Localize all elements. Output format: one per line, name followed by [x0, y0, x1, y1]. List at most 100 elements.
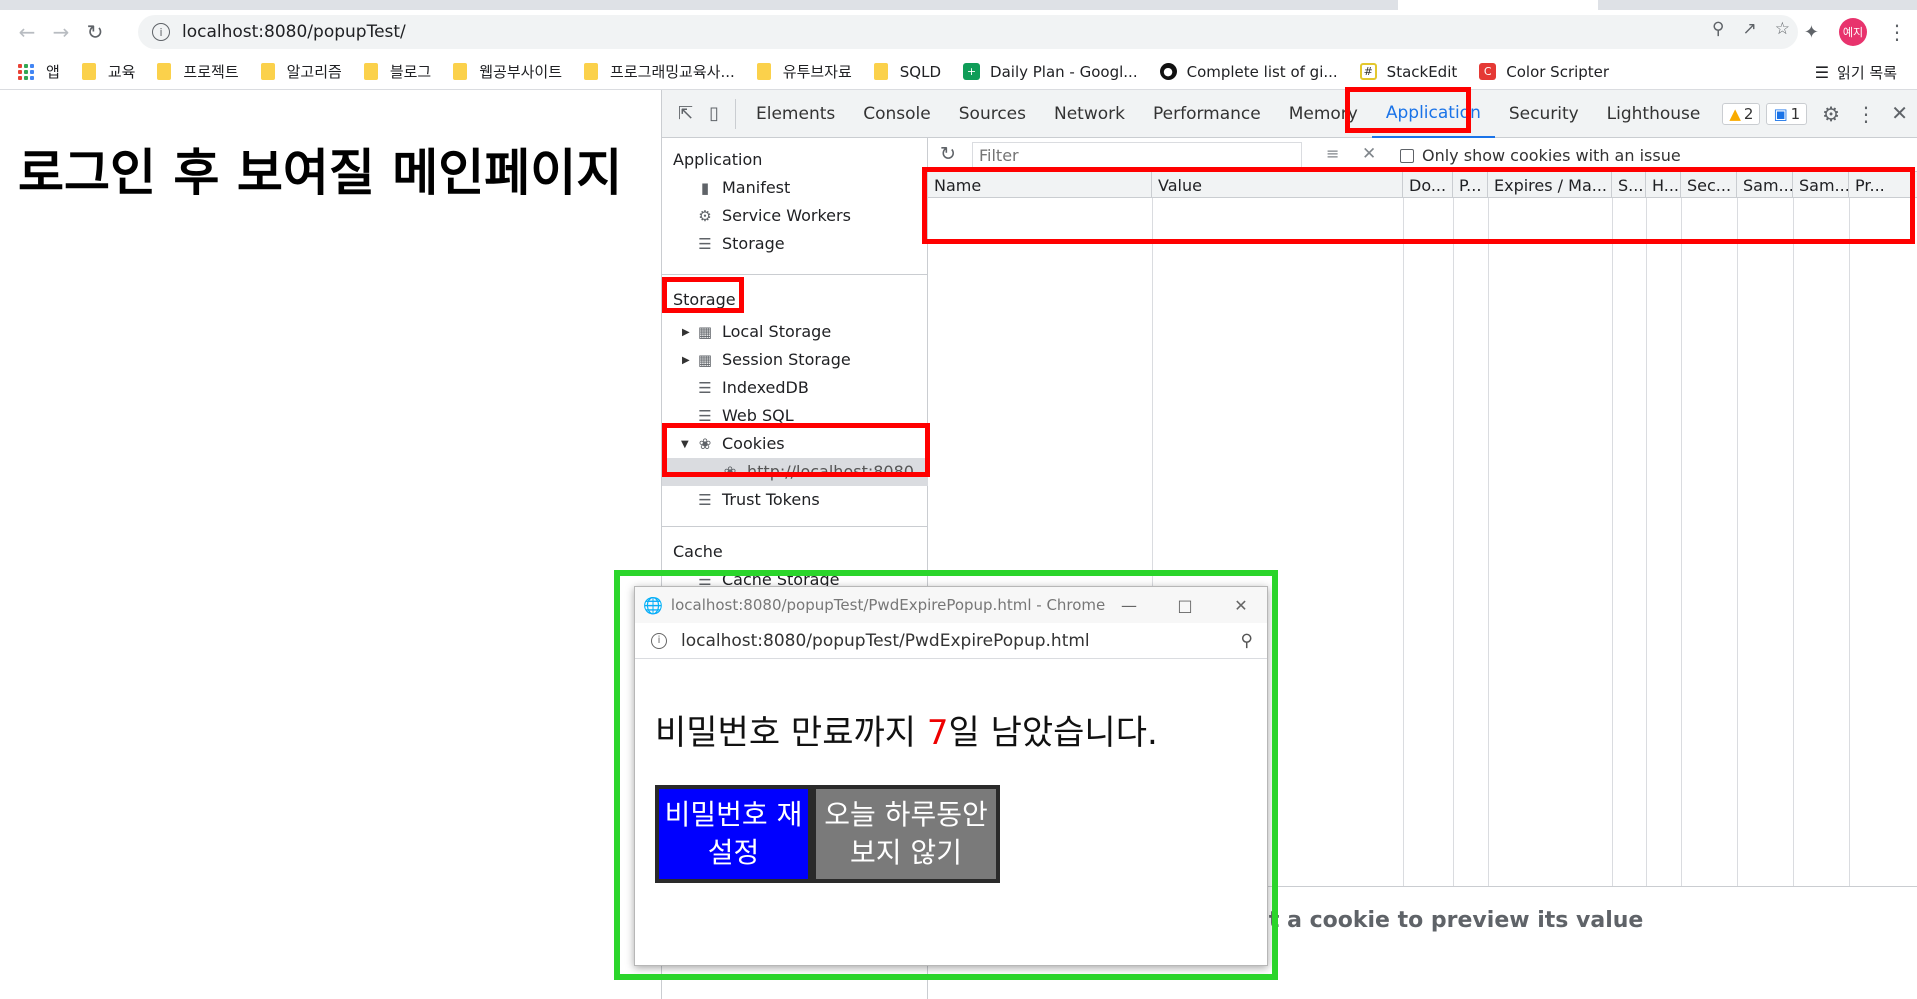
- checkbox[interactable]: [1400, 148, 1414, 163]
- sidebar-item-manifest[interactable]: ▮ Manifest: [697, 178, 790, 197]
- highlight-application-tab: [1345, 87, 1471, 133]
- bookmarks-bar: 앱 교육 프로젝트 알고리즘 블로그 웹공부사이트 프로그래밍교육사... 유투…: [0, 54, 1917, 90]
- folder-icon: [584, 63, 599, 80]
- highlight-cookie-table-header: [922, 167, 1915, 244]
- folder-icon: [453, 63, 468, 80]
- bookmark-folder[interactable]: 프로그래밍교육사...: [584, 61, 735, 82]
- browser-menu-icon[interactable]: ⋮: [1887, 20, 1907, 44]
- reading-list[interactable]: ☰ 읽기 목록: [1815, 62, 1897, 83]
- browser-tab-strip: [0, 0, 1917, 10]
- sidebar-divider: [662, 274, 928, 275]
- bookmark-color-scripter[interactable]: C Color Scripter: [1479, 63, 1609, 81]
- message-icon: ▣: [1773, 104, 1788, 123]
- folder-icon: [363, 63, 378, 80]
- sidebar-item-indexeddb[interactable]: ☰ IndexedDB: [697, 378, 809, 397]
- bookmark-stackedit[interactable]: # StackEdit: [1359, 63, 1457, 81]
- bookmark-folder[interactable]: SQLD: [873, 63, 941, 81]
- column-divider: [1849, 198, 1850, 886]
- highlight-cookies-item: [662, 423, 930, 477]
- table-grid-icon: ▦: [697, 350, 713, 369]
- bookmark-folder[interactable]: 블로그: [363, 61, 431, 82]
- database-icon: ☰: [698, 234, 712, 253]
- address-url: localhost:8080/popupTest/: [182, 22, 406, 42]
- color-scripter-icon: C: [1479, 63, 1497, 80]
- devtools-menu-icon[interactable]: ⋮: [1856, 102, 1876, 126]
- bookmark-apps[interactable]: 앱: [18, 61, 60, 82]
- apps-grid-icon: [18, 63, 34, 80]
- warning-icon: ▲: [1729, 104, 1741, 123]
- column-divider: [1646, 198, 1647, 886]
- tab-performance[interactable]: Performance: [1139, 90, 1275, 138]
- filter-input[interactable]: [972, 142, 1302, 168]
- bookmark-folder[interactable]: 프로젝트: [157, 61, 239, 82]
- bookmark-folder[interactable]: 교육: [81, 61, 135, 82]
- site-info-icon[interactable]: i: [152, 23, 170, 41]
- tab-network[interactable]: Network: [1040, 90, 1139, 138]
- bookmark-folder[interactable]: 웹공부사이트: [453, 61, 562, 82]
- active-browser-tab[interactable]: [1398, 0, 1598, 10]
- settings-gear-icon[interactable]: ⚙: [1822, 102, 1840, 126]
- inspect-element-icon[interactable]: ⇱: [678, 103, 693, 124]
- address-bar[interactable]: i localhost:8080/popupTest/ ⚲ ↗ ☆: [138, 15, 1798, 49]
- sidebar-item-local-storage[interactable]: ▦ Local Storage: [697, 322, 831, 341]
- tab-lighthouse[interactable]: Lighthouse: [1593, 90, 1715, 138]
- database-icon: ☰: [698, 378, 712, 397]
- messages-badge[interactable]: ▣ 1: [1766, 102, 1808, 125]
- tab-sources[interactable]: Sources: [945, 90, 1040, 138]
- table-grid-icon: ▦: [697, 322, 713, 341]
- close-devtools-icon[interactable]: ✕: [1891, 101, 1908, 125]
- sidebar-item-storage[interactable]: ☰ Storage: [697, 234, 784, 253]
- warnings-badge[interactable]: ▲ 2: [1722, 102, 1761, 125]
- forward-button[interactable]: →: [44, 15, 78, 49]
- column-divider: [1612, 198, 1613, 886]
- column-divider: [1737, 198, 1738, 886]
- folder-icon: [157, 63, 172, 80]
- folder-icon: [260, 63, 275, 80]
- gear-icon: ⚙: [698, 206, 712, 225]
- folder-icon: [873, 63, 888, 80]
- bookmark-daily-plan[interactable]: + Daily Plan - Googl...: [963, 63, 1138, 81]
- bookmark-github[interactable]: ● Complete list of gi...: [1159, 63, 1338, 81]
- sidebar-item-service-workers[interactable]: ⚙ Service Workers: [697, 206, 851, 225]
- column-divider: [1488, 198, 1489, 886]
- browser-toolbar: ← → ↻ i localhost:8080/popupTest/ ⚲ ↗ ☆ …: [0, 10, 1917, 54]
- page-heading: 로그인 후 보여질 메인페이지: [18, 144, 623, 202]
- highlight-popup: [614, 570, 1278, 980]
- stackedit-icon: #: [1359, 63, 1377, 80]
- back-button[interactable]: ←: [10, 15, 44, 49]
- tab-console[interactable]: Console: [849, 90, 945, 138]
- highlight-storage-section: [662, 277, 744, 313]
- tab-security[interactable]: Security: [1495, 90, 1593, 138]
- device-toolbar-icon[interactable]: ▯: [709, 103, 719, 124]
- database-icon: ☰: [698, 406, 712, 425]
- google-sheets-icon: +: [963, 63, 981, 80]
- only-issues-checkbox-row[interactable]: Only show cookies with an issue: [1400, 146, 1681, 165]
- reload-button[interactable]: ↻: [78, 15, 112, 49]
- share-icon[interactable]: ↗: [1743, 19, 1757, 39]
- expand-triangle-icon[interactable]: ▶: [682, 355, 690, 366]
- sidebar-divider: [662, 526, 928, 527]
- sidebar-item-trust-tokens[interactable]: ☰ Trust Tokens: [697, 490, 819, 509]
- bookmark-folder[interactable]: 유투브자료: [756, 61, 852, 82]
- bookmark-star-icon[interactable]: ☆: [1775, 19, 1790, 39]
- clear-filtered-cookies-icon[interactable]: ≡: [1326, 144, 1339, 163]
- column-divider: [1453, 198, 1454, 886]
- sidebar-item-session-storage[interactable]: ▦ Session Storage: [697, 350, 851, 369]
- column-divider: [1793, 198, 1794, 886]
- devtools-tab-bar: ⇱ ▯ Elements Console Sources Network Per…: [662, 90, 1917, 138]
- delete-cookie-icon[interactable]: ✕: [1362, 144, 1376, 164]
- zoom-icon[interactable]: ⚲: [1712, 19, 1724, 39]
- database-icon: ☰: [698, 490, 712, 509]
- document-icon: ▮: [700, 178, 710, 197]
- folder-icon: [81, 63, 96, 80]
- extensions-icon[interactable]: ✦: [1804, 22, 1819, 43]
- reading-list-icon: ☰: [1814, 63, 1830, 82]
- column-divider: [1681, 198, 1682, 886]
- bookmark-folder[interactable]: 알고리즘: [260, 61, 342, 82]
- folder-icon: [756, 63, 771, 80]
- expand-triangle-icon[interactable]: ▶: [682, 327, 690, 338]
- refresh-icon[interactable]: ↻: [940, 143, 956, 165]
- tab-elements[interactable]: Elements: [742, 90, 849, 138]
- profile-avatar[interactable]: 예지: [1839, 18, 1867, 46]
- sidebar-section-cache: Cache: [673, 542, 723, 561]
